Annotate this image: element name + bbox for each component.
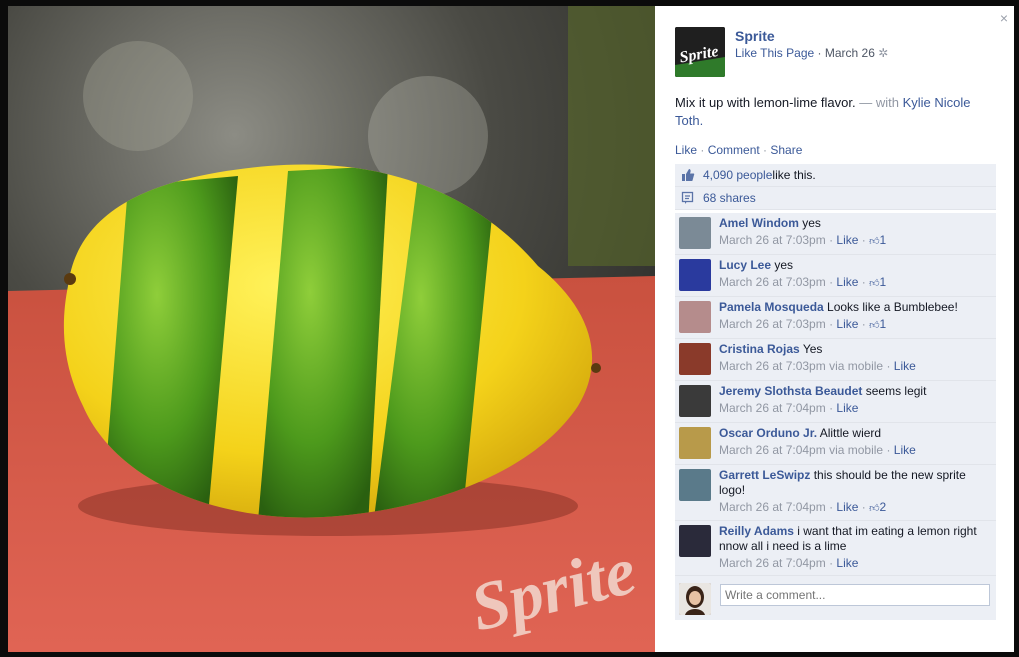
photo-viewer: Sprite × Sprite Sprite Like This Page · … (0, 0, 1019, 657)
page-name-link[interactable]: Sprite (735, 28, 775, 44)
comment-timestamp[interactable]: March 26 at 7:03pm (719, 275, 826, 289)
comment-text: yes (798, 216, 821, 230)
comment-item: Jeremy Slothsta Beaudet seems legit March… (675, 381, 996, 423)
commenter-avatar[interactable] (679, 343, 711, 375)
comment-body: Lucy Lee yes (719, 258, 990, 273)
comment-like-count[interactable]: 1 (880, 317, 887, 331)
thumbs-up-icon (681, 168, 695, 182)
comment-like-count[interactable]: 1 (880, 233, 887, 247)
commenter-avatar[interactable] (679, 525, 711, 557)
comment-meta: March 26 at 7:04pm via mobile · Like (719, 443, 916, 457)
comment-author[interactable]: Amel Windom (719, 216, 799, 230)
thumbs-up-icon[interactable]: 👍︎ (869, 236, 879, 247)
commenter-avatar[interactable] (679, 427, 711, 459)
comment-author[interactable]: Oscar Orduno Jr. (719, 426, 817, 440)
commenter-avatar[interactable] (679, 259, 711, 291)
post-actions: Like · Comment · Share (675, 143, 803, 157)
comment-like-link[interactable]: Like (836, 500, 858, 514)
likes-count-link[interactable]: 4,090 people (703, 168, 772, 182)
comment-like-link[interactable]: Like (894, 359, 916, 373)
comment-meta: March 26 at 7:04pm · Like (719, 556, 859, 570)
thumbs-up-icon[interactable]: 👍︎ (869, 278, 879, 289)
comment-author[interactable]: Lucy Lee (719, 258, 771, 272)
post-date[interactable]: March 26 (825, 46, 875, 60)
likes-row: 4,090 people like this. (675, 164, 996, 187)
comment-author[interactable]: Cristina Rojas (719, 342, 800, 356)
comment-timestamp[interactable]: March 26 at 7:04pm (719, 401, 826, 415)
comment-like-count[interactable]: 2 (880, 500, 887, 514)
comment-body: Amel Windom yes (719, 216, 990, 231)
audience-gear-icon[interactable]: ✲ (878, 46, 888, 60)
comment-like-link[interactable]: Like (836, 401, 858, 415)
comment-body: Jeremy Slothsta Beaudet seems legit (719, 384, 990, 399)
comment-author[interactable]: Garrett LeSwipz (719, 468, 810, 482)
comment-meta: March 26 at 7:04pm · Like (719, 401, 859, 415)
comment-text: Yes (799, 342, 823, 356)
post-caption: Mix it up with lemon-lime flavor. — with… (675, 95, 971, 128)
lemon-lime-image: Sprite (8, 6, 655, 652)
shares-row: 68 shares (675, 187, 996, 210)
comment-meta: March 26 at 7:04pm · Like · 👍︎2 (719, 500, 887, 514)
thumbs-up-icon[interactable]: 👍︎ (869, 320, 879, 331)
comment-timestamp[interactable]: March 26 at 7:03pm (719, 233, 826, 247)
comment-like-link[interactable]: Like (836, 317, 858, 331)
comment-author[interactable]: Reilly Adams (719, 524, 794, 538)
share-action[interactable]: Share (770, 143, 802, 157)
comment-item: Amel Windom yes March 26 at 7:03pm · Like… (675, 213, 996, 255)
comment-timestamp[interactable]: March 26 at 7:04pm (719, 500, 826, 514)
like-page-link[interactable]: Like This Page (735, 46, 814, 60)
comment-action[interactable]: Comment (708, 143, 760, 157)
comment-timestamp[interactable]: March 26 at 7:03pm (719, 359, 826, 373)
comment-timestamp[interactable]: March 26 at 7:04pm (719, 556, 826, 570)
page-meta: Like This Page · March 26 ✲ (735, 46, 889, 60)
comment-meta: March 26 at 7:03pm · Like · 👍︎1 (719, 317, 887, 331)
comment-item: Oscar Orduno Jr. Alittle wierd March 26 a… (675, 423, 996, 465)
ufi-summary: 4,090 people like this. 68 shares (675, 164, 996, 210)
close-icon[interactable]: × (1000, 10, 1008, 26)
post-photo[interactable]: Sprite (8, 6, 655, 652)
commenter-avatar[interactable] (679, 217, 711, 249)
viewer-avatar (679, 583, 711, 615)
comment-item: Lucy Lee yes March 26 at 7:03pm · Like · … (675, 255, 996, 297)
comment-item: Reilly Adams i want that im eating a lem… (675, 521, 996, 576)
comment-meta: March 26 at 7:03pm via mobile · Like (719, 359, 916, 373)
comment-body: Reilly Adams i want that im eating a lem… (719, 524, 990, 554)
commenter-avatar[interactable] (679, 385, 711, 417)
comment-meta: March 26 at 7:03pm · Like · 👍︎1 (719, 275, 887, 289)
comment-like-link[interactable]: Like (836, 233, 858, 247)
commenter-avatar[interactable] (679, 469, 711, 501)
thumbs-up-icon[interactable]: 👍︎ (869, 503, 879, 514)
comment-text: Looks like a Bumblebee! (823, 300, 958, 314)
comment-like-count[interactable]: 1 (880, 275, 887, 289)
page-avatar[interactable]: Sprite (675, 27, 725, 77)
comment-text: yes (771, 258, 794, 272)
like-action[interactable]: Like (675, 143, 697, 157)
shares-count-link[interactable]: 68 shares (703, 191, 756, 205)
comment-body: Pamela Mosqueda Looks like a Bumblebee! (719, 300, 990, 315)
comment-like-link[interactable]: Like (894, 443, 916, 457)
comment-body: Oscar Orduno Jr. Alittle wierd (719, 426, 990, 441)
comment-item: Cristina Rojas Yes March 26 at 7:03pm via… (675, 339, 996, 381)
comment-text: seems legit (862, 384, 927, 398)
comment-via: via mobile (829, 443, 884, 457)
comment-timestamp[interactable]: March 26 at 7:04pm (719, 443, 826, 457)
comment-item: Pamela Mosqueda Looks like a Bumblebee! M… (675, 297, 996, 339)
comment-like-link[interactable]: Like (836, 275, 858, 289)
share-icon (681, 191, 695, 205)
comment-body: Cristina Rojas Yes (719, 342, 990, 357)
comment-like-link[interactable]: Like (836, 556, 858, 570)
comment-composer (675, 578, 996, 620)
comment-author[interactable]: Pamela Mosqueda (719, 300, 824, 314)
comment-item: Garrett LeSwipz this should be the new s… (675, 465, 996, 521)
comment-author[interactable]: Jeremy Slothsta Beaudet (719, 384, 862, 398)
post-panel: × Sprite Sprite Like This Page · March 2… (655, 6, 1014, 652)
comment-timestamp[interactable]: March 26 at 7:03pm (719, 317, 826, 331)
comment-meta: March 26 at 7:03pm · Like · 👍︎1 (719, 233, 887, 247)
comment-text: Alittle wierd (817, 426, 882, 440)
comment-body: Garrett LeSwipz this should be the new s… (719, 468, 990, 498)
comment-input[interactable] (720, 584, 990, 606)
comment-list[interactable]: Amel Windom yes March 26 at 7:03pm · Like… (675, 213, 996, 578)
commenter-avatar[interactable] (679, 301, 711, 333)
comment-via: via mobile (829, 359, 884, 373)
